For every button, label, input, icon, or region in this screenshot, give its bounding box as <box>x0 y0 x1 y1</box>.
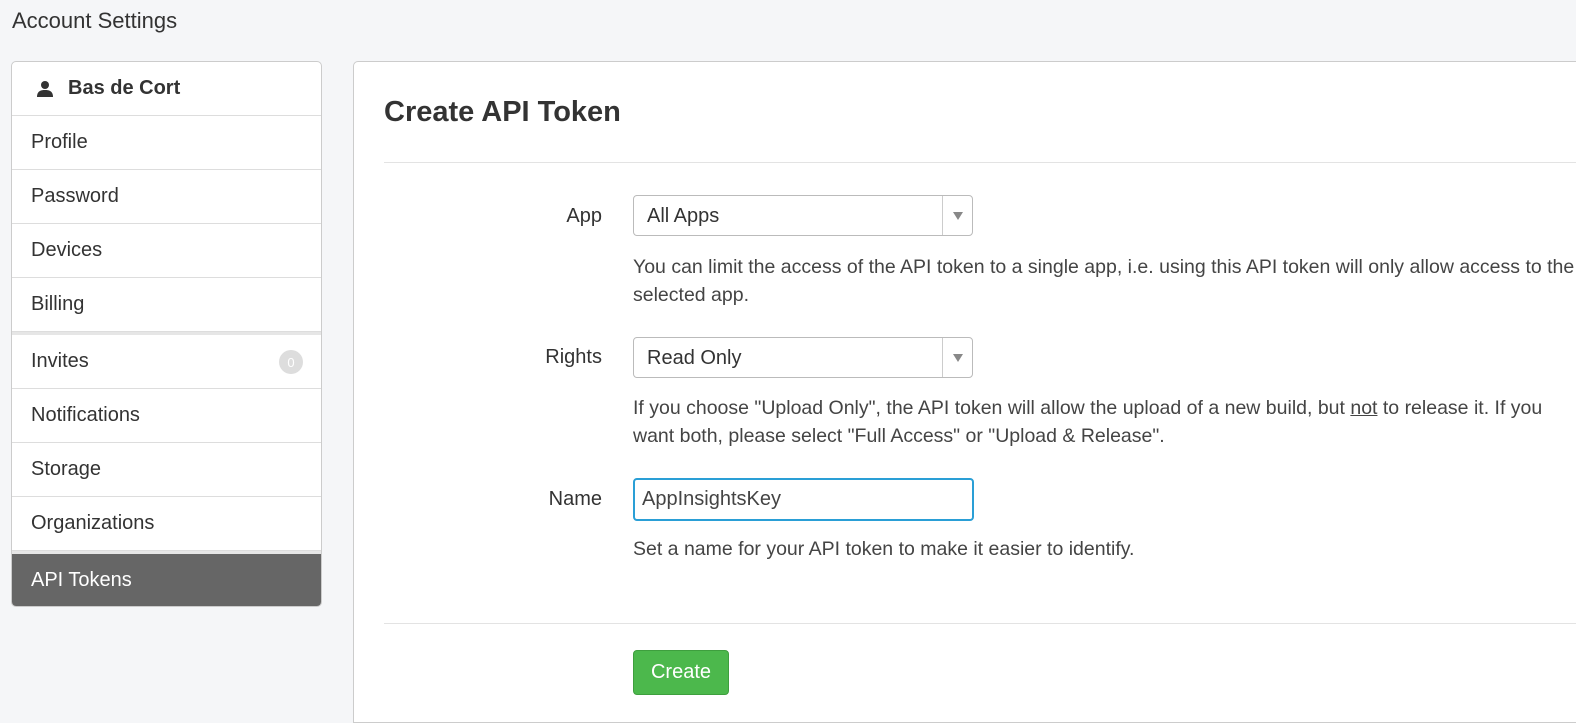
settings-sidebar: Bas de Cort Profile Password Devices Bil… <box>11 61 322 607</box>
sidebar-item-label: Organizations <box>31 512 155 534</box>
sidebar-item-devices[interactable]: Devices <box>12 224 321 278</box>
rights-help-part: If you choose "Upload Only", the API tok… <box>633 397 1351 419</box>
form-title: Create API Token <box>384 96 621 128</box>
sidebar-item-label: Notifications <box>31 404 140 426</box>
rights-select-value: Read Only <box>647 347 742 369</box>
sidebar-item-organizations[interactable]: Organizations <box>12 497 321 551</box>
rights-label: Rights <box>545 346 602 368</box>
divider <box>384 162 1576 163</box>
create-token-panel: Create API Token App All Apps You can li… <box>353 61 1576 723</box>
token-name-input[interactable] <box>633 478 974 521</box>
divider <box>384 623 1576 624</box>
create-button[interactable]: Create <box>633 650 729 695</box>
sidebar-item-storage[interactable]: Storage <box>12 443 321 497</box>
app-label: App <box>566 205 602 227</box>
sidebar-item-label: Password <box>31 185 119 207</box>
sidebar-item-label: Invites <box>31 350 89 372</box>
sidebar-item-profile[interactable]: Profile <box>12 116 321 170</box>
app-select-value: All Apps <box>647 205 720 227</box>
rights-help-text: If you choose "Upload Only", the API tok… <box>633 394 1576 450</box>
select-separator <box>942 196 943 235</box>
sidebar-user-header: Bas de Cort <box>12 62 321 116</box>
sidebar-item-password[interactable]: Password <box>12 170 321 224</box>
page-title: Account Settings <box>12 8 178 33</box>
select-separator <box>942 338 943 377</box>
user-icon <box>36 80 54 98</box>
sidebar-item-label: Devices <box>31 239 103 261</box>
user-name: Bas de Cort <box>68 77 181 99</box>
rights-help-emphasis: not <box>1350 397 1378 419</box>
name-label: Name <box>548 488 602 510</box>
chevron-down-icon <box>953 354 963 362</box>
invites-count-badge: 0 <box>279 350 303 374</box>
sidebar-item-label: Profile <box>31 131 88 153</box>
sidebar-item-invites[interactable]: Invites 0 <box>12 332 321 389</box>
sidebar-item-label: Billing <box>31 293 85 315</box>
sidebar-item-label: Storage <box>31 458 102 480</box>
name-help-text: Set a name for your API token to make it… <box>633 538 1135 560</box>
sidebar-item-api-tokens[interactable]: API Tokens <box>12 551 321 606</box>
sidebar-item-billing[interactable]: Billing <box>12 278 321 332</box>
sidebar-item-notifications[interactable]: Notifications <box>12 389 321 443</box>
app-select[interactable]: All Apps <box>633 195 973 236</box>
sidebar-item-label: API Tokens <box>31 568 132 591</box>
rights-select[interactable]: Read Only <box>633 337 973 378</box>
app-help-text: You can limit the access of the API toke… <box>633 256 1575 306</box>
chevron-down-icon <box>953 212 963 220</box>
